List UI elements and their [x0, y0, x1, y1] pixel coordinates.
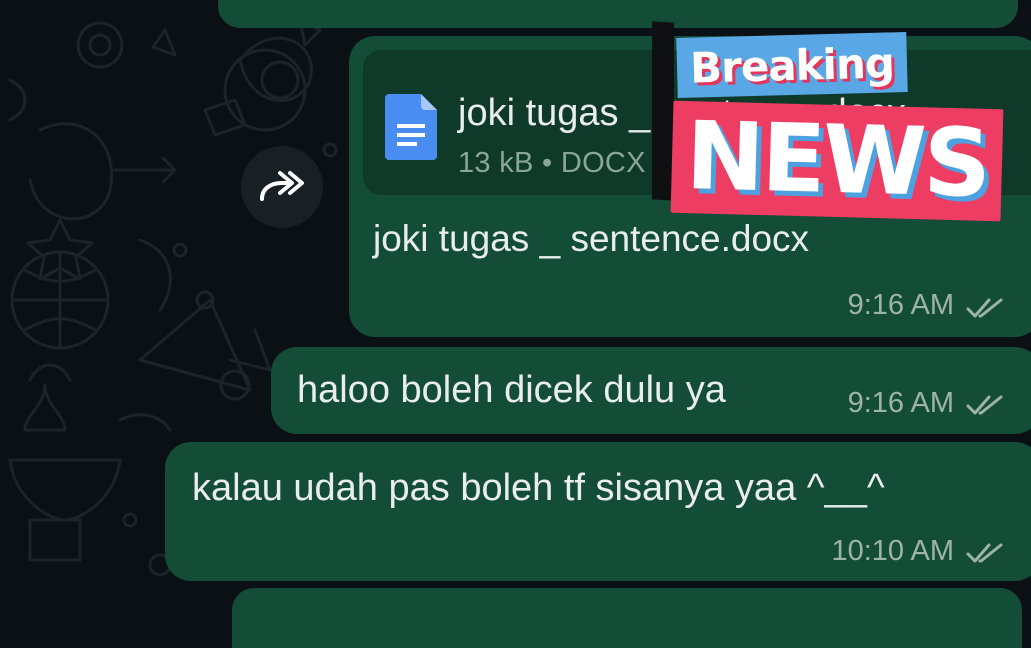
google-docs-icon [385, 94, 437, 160]
document-caption: joki tugas _ sentence.docx [373, 218, 810, 259]
message-bubble-text[interactable]: kalau udah pas boleh tf sisanya yaa ^__^… [165, 442, 1031, 581]
message-time: 9:16 AM [847, 289, 954, 321]
forward-button[interactable] [241, 146, 323, 228]
forward-icon [256, 165, 308, 210]
sticker-top-text: Breaking [689, 37, 895, 93]
next-message-bubble[interactable] [232, 588, 1022, 648]
sticker-bottom-text: NEWS [684, 102, 990, 219]
message-time: 9:16 AM [847, 387, 954, 419]
message-time: 10:10 AM [831, 535, 954, 567]
double-check-read-icon [965, 393, 1005, 417]
message-bubble-text[interactable]: haloo boleh dicek dulu ya 9:16 AM [271, 347, 1031, 434]
breaking-news-sticker: Breaking NEWS [652, 21, 1014, 222]
double-check-read-icon [965, 296, 1005, 320]
double-check-read-icon [965, 541, 1005, 565]
sticker-bottom-banner: NEWS [670, 100, 1004, 222]
message-text: kalau udah pas boleh tf sisanya yaa ^__^ [192, 467, 885, 509]
document-meta: 13 kB • DOCX [458, 147, 646, 179]
message-text: haloo boleh dicek dulu ya [297, 369, 726, 411]
sticker-top-banner: Breaking [676, 31, 908, 99]
